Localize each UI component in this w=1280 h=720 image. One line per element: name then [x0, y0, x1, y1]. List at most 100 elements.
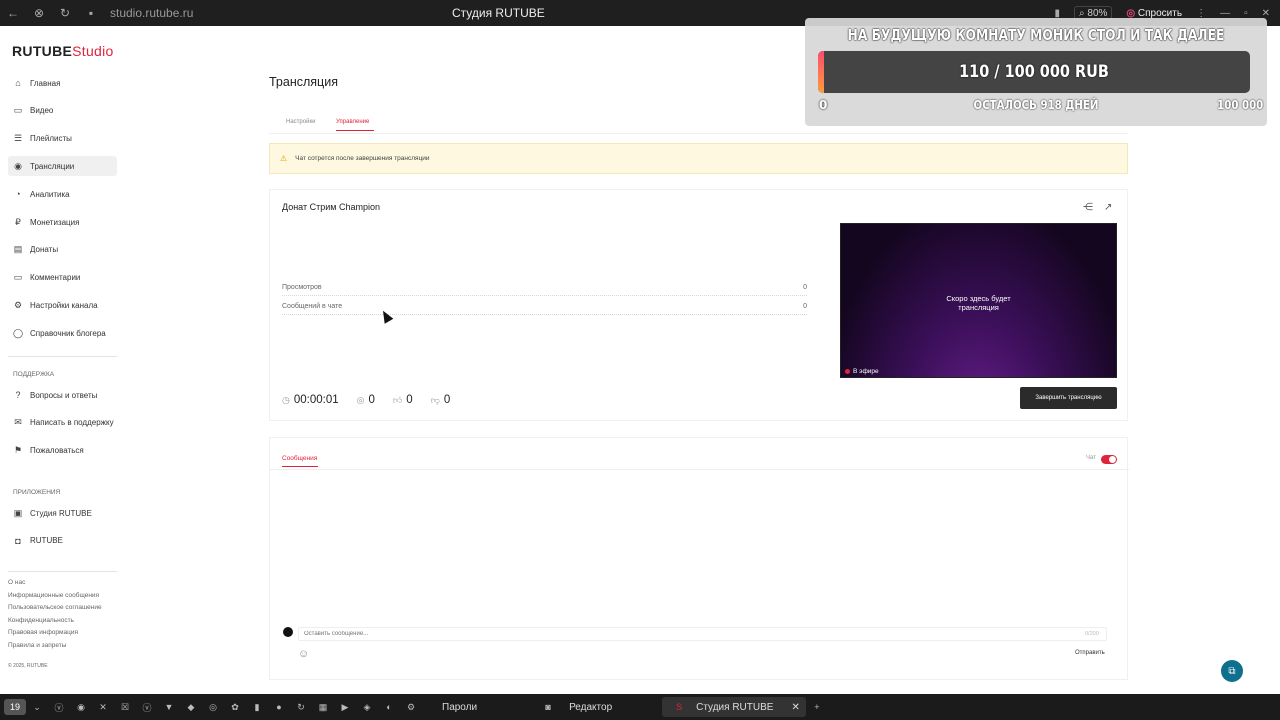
emoji-icon[interactable]: ☺ [298, 648, 309, 660]
sidebar-item-label: Справочник блогера [30, 328, 106, 338]
notice-text: Чат сотрется после завершения трансляции [295, 155, 430, 162]
footer-link[interactable]: Конфиденциальность [8, 617, 74, 624]
taskbar: 19 ⌄ ⓥ ◉ ✕ ☒ ⓥ ▼ ◆ ◎ ✿ ▮ ● ↻ ▦ ▶ ◈ ◐ ⚙ П… [0, 694, 1280, 720]
taskbar-item-editor[interactable]: Редактор [569, 702, 612, 713]
sidebar-item-label: Видео [30, 106, 54, 116]
tabs-icon[interactable]: ⊗ [26, 6, 52, 20]
app-icon[interactable]: ▼ [158, 699, 180, 715]
chevron-down-icon[interactable]: ⌄ [26, 699, 48, 715]
bookmark-icon[interactable]: ▮ [1054, 8, 1060, 19]
donation-progress-fill [818, 51, 825, 93]
new-tab-icon[interactable]: + [806, 699, 828, 715]
app-icon[interactable]: ◐ [378, 699, 400, 715]
app-icon[interactable]: ✕ [92, 699, 114, 715]
ask-button[interactable]: ◎ Спросить [1126, 8, 1182, 19]
close-icon[interactable]: ✕ [1262, 8, 1270, 19]
sidebar-item-label: Трансляции [30, 161, 75, 171]
footer-link[interactable]: Информационные сообщения [8, 592, 99, 599]
tab-messages[interactable]: Сообщения [282, 455, 317, 462]
sidebar-item-label: Монетизация [30, 217, 80, 227]
settings-icon[interactable]: ⚙ [400, 699, 422, 715]
sidebar-item-donate[interactable]: ▤ Донаты [8, 240, 117, 260]
sidebar-item-ruble[interactable]: ₽ Монетизация [8, 212, 117, 232]
app-icon[interactable]: ▦ [312, 699, 334, 715]
sidebar-item-studio-app[interactable]: ▣ Студия RUTUBE [8, 503, 117, 523]
footer-link[interactable]: О нас [8, 579, 25, 586]
sidebar-item-comment[interactable]: ▭ Комментарии [8, 268, 117, 288]
close-tab-icon[interactable]: ✕ [791, 702, 799, 713]
flag-icon: ⚑ [13, 444, 23, 455]
app-icon[interactable]: ▶ [334, 699, 356, 715]
sidebar-divider [8, 356, 117, 357]
sidebar-item-mail[interactable]: ✉ Написать в поддержку [8, 413, 117, 433]
live-badge: В эфире [845, 368, 879, 375]
start-badge[interactable]: 19 [4, 699, 26, 715]
active-tab-indicator [282, 466, 318, 467]
sidebar-item-question[interactable]: ? Вопросы и ответы [8, 385, 117, 405]
taskbar-item-studio[interactable]: S Студия RUTUBE ✕ [662, 697, 806, 717]
playlist-icon: ☰ [13, 133, 23, 144]
minimize-icon[interactable]: — [1220, 8, 1230, 19]
more-icon[interactable]: ⋮ [1196, 8, 1206, 19]
active-tab-indicator [336, 130, 374, 131]
app-icon[interactable]: ✿ [224, 699, 246, 715]
window-title: Студия RUTUBE [452, 6, 545, 20]
stream-preview[interactable]: Скоро здесь будет трансляция В эфире [840, 223, 1117, 378]
copyright: © 2025, RUTUBE [8, 663, 48, 669]
vk-icon[interactable]: ⓥ [136, 699, 158, 715]
footer-link[interactable]: Пользовательское соглашение [8, 604, 102, 611]
sidebar-item-label: Пожаловаться [30, 445, 84, 455]
app-icon[interactable]: ◉ [70, 699, 92, 715]
avatar [283, 627, 293, 637]
send-button[interactable]: Отправить [1075, 650, 1105, 656]
footer-link[interactable]: Правила и запреты [8, 642, 66, 649]
thumbs-up-icon: 👍︎ [392, 394, 403, 405]
rutube-studio-logo[interactable]: RUTUBEStudio [12, 43, 114, 59]
maximize-icon[interactable]: ▫ [1244, 8, 1248, 19]
reload-icon[interactable]: ↻ [52, 6, 78, 20]
message-input[interactable] [298, 627, 1107, 641]
rutube-icon: S [676, 702, 683, 712]
stream-metrics: ◷ 00:00:01 ◎ 0 👍︎ 0 👎︎ 0 [282, 394, 468, 406]
end-stream-button[interactable]: Завершить трансляцию [1020, 387, 1117, 409]
sidebar-item-label: Плейлисты [30, 134, 72, 144]
video-icon: ▭ [13, 105, 23, 116]
app-icon[interactable]: ◈ [356, 699, 378, 715]
share-icon[interactable]: ⋲ [1083, 202, 1093, 213]
support-chat-button[interactable]: ⧉ [1221, 660, 1243, 682]
app-icon[interactable]: ◆ [180, 699, 202, 715]
app-icon[interactable]: ◎ [202, 699, 224, 715]
footer-link[interactable]: Правовая информация [8, 629, 78, 636]
tab-settings[interactable]: Настройки [286, 119, 315, 125]
address-bar[interactable]: studio.rutube.ru [110, 6, 193, 20]
donation-max: 100 000 [1216, 98, 1263, 112]
app-icon[interactable]: ▮ [246, 699, 268, 715]
app-icon[interactable]: ● [268, 699, 290, 715]
sidebar-item-broadcast[interactable]: ◉ Трансляции [8, 156, 117, 177]
sidebar-item-analytics[interactable]: ◔ Аналитика [8, 184, 117, 204]
sidebar-item-label: Студия RUTUBE [30, 508, 92, 518]
sidebar-item-gear[interactable]: ⚙ Настройки канала [8, 295, 117, 315]
chat-toggle[interactable] [1101, 455, 1117, 464]
app-icon[interactable]: ↻ [290, 699, 312, 715]
app-icon[interactable]: ◙ [537, 699, 559, 715]
sidebar-item-video[interactable]: ▭ Видео [8, 101, 117, 121]
sidebar: RUTUBEStudio ⌂ Главная ▭ Видео ☰ Плейлисты ◉ Тр… [0, 26, 130, 694]
sidebar-item-label: Аналитика [30, 189, 70, 199]
vk-icon[interactable]: ⓥ [48, 699, 70, 715]
sidebar-item-playlist[interactable]: ☰ Плейлисты [8, 129, 117, 149]
sidebar-item-flag[interactable]: ⚑ Пожаловаться [8, 440, 117, 460]
donation-goal-title: НА БУДУЩУЮ КОМНАТУ МОНИК СТОЛ И ТАК ДАЛЕ… [847, 26, 1225, 44]
taskbar-item-passwords[interactable]: Пароли [442, 702, 477, 713]
lock-icon: ▪ [88, 6, 94, 20]
tab-manage[interactable]: Управление [336, 119, 369, 125]
sidebar-item-label: Главная [30, 78, 61, 88]
sidebar-item-label: RUTUBE [30, 536, 63, 545]
sidebar-item-help[interactable]: ◯ Справочник блогера [8, 323, 117, 343]
sidebar-item-rutube-app[interactable]: ◘ RUTUBE [8, 531, 117, 551]
external-link-icon[interactable]: ↗ [1104, 202, 1112, 213]
eye-icon: ◎ [356, 394, 365, 405]
app-icon[interactable]: ☒ [114, 699, 136, 715]
sidebar-item-home[interactable]: ⌂ Главная [8, 73, 117, 93]
back-icon[interactable]: ← [0, 6, 26, 20]
